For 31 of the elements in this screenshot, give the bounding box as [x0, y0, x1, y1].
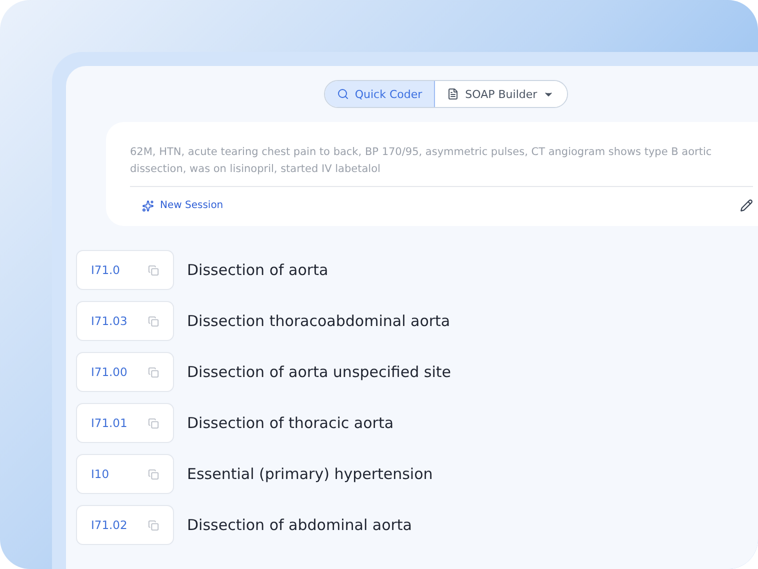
new-session-button[interactable]: New Session [130, 200, 224, 212]
code-text: I10 [91, 467, 110, 481]
code-description: Dissection of abdominal aorta [187, 516, 412, 534]
copy-icon[interactable] [148, 520, 159, 530]
code-text: I71.01 [91, 416, 128, 430]
code-text: I71.00 [91, 365, 128, 379]
code-chip[interactable]: I71.00 [76, 352, 174, 392]
code-description: Essential (primary) hypertension [187, 465, 433, 483]
code-text: I71.03 [91, 314, 128, 328]
code-description: Dissection of aorta unspecified site [187, 363, 451, 381]
code-text: I71.0 [91, 263, 120, 277]
copy-icon[interactable] [148, 418, 159, 428]
code-chip[interactable]: I10 [76, 454, 174, 494]
code-chip[interactable]: I71.0 [76, 250, 174, 290]
copy-icon[interactable] [148, 264, 159, 276]
clinical-note-text: 62M, HTN, acute tearing chest pain to back, BP 170/95, asymmetric pulses, CT angiogram shows type B aortic dissection, was on lisinopril, started IV labetalol [130, 144, 753, 187]
code-description: Dissection thoracoabdominal aorta [187, 312, 450, 330]
copy-icon[interactable] [148, 366, 159, 378]
edit-icon[interactable] [740, 199, 753, 212]
mode-tab[interactable]: Quick Coder [324, 81, 436, 107]
code-chip[interactable]: I71.01 [76, 403, 174, 443]
code-description: Dissection of aorta [187, 261, 328, 279]
code-chip[interactable]: I71.02 [76, 505, 174, 545]
search-icon [336, 88, 349, 100]
document-icon [447, 88, 460, 100]
copy-icon[interactable] [148, 468, 159, 480]
code-chip[interactable]: I71.03 [76, 301, 174, 341]
code-description: Dissection of thoracic aorta [187, 414, 394, 432]
sparkle-icon [142, 200, 154, 212]
copy-icon[interactable] [148, 316, 159, 326]
code-text: I71.02 [91, 518, 128, 532]
